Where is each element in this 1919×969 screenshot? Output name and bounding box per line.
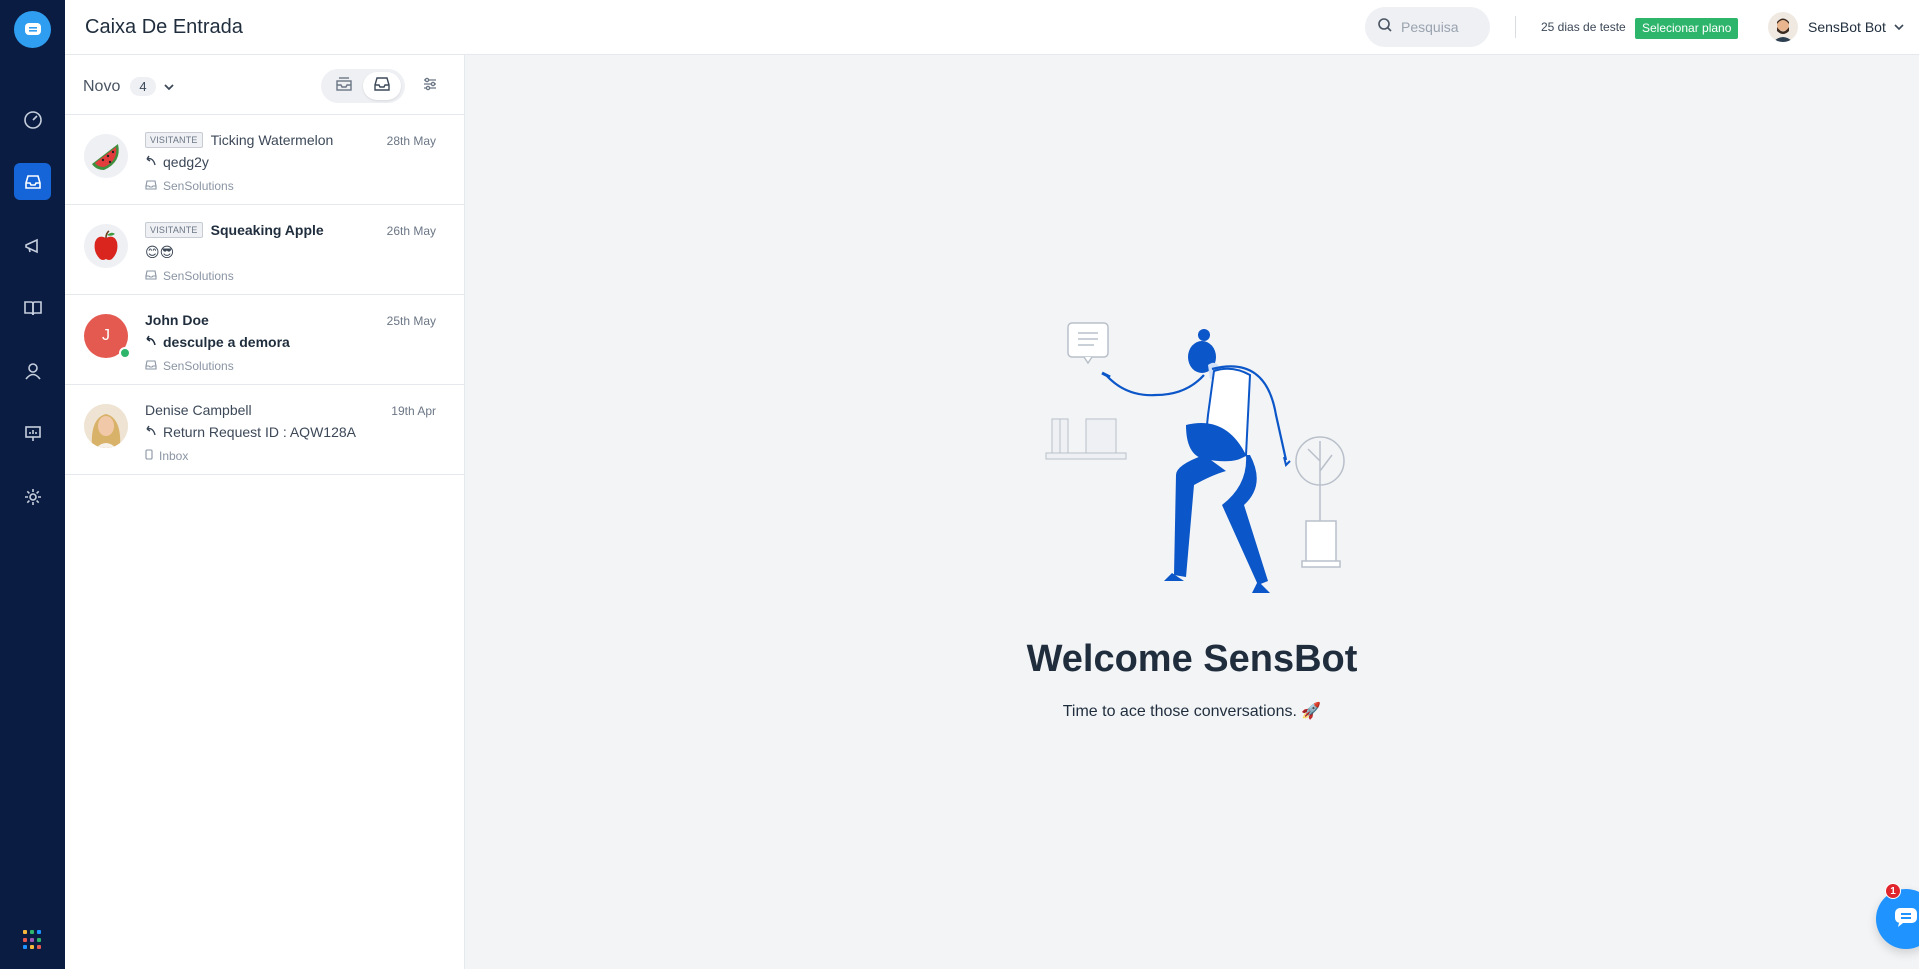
header-divider: [1515, 16, 1516, 38]
conversation-list-panel: Novo 4 VISITANTE Ticking Watermelon 28th…: [65, 55, 465, 969]
inbox-label: Inbox: [145, 449, 188, 463]
user-name: SensBot Bot: [1808, 19, 1886, 35]
sidebar-item-settings[interactable]: [14, 478, 51, 515]
search-icon: [1377, 17, 1393, 38]
reply-icon: [145, 424, 157, 440]
inbox-icon: [373, 76, 391, 97]
inbox-label: SenSolutions: [145, 359, 234, 373]
inbox-name: SenSolutions: [163, 269, 234, 283]
inbox-icon: [23, 172, 43, 192]
inbox-label: SenSolutions: [145, 179, 234, 193]
search-placeholder: Pesquisa: [1401, 19, 1459, 35]
list-item[interactable]: J John Doe 25th May desculpe a demora Se…: [65, 295, 464, 385]
view-toggle: [321, 69, 405, 103]
megaphone-icon: [23, 236, 43, 256]
sidebar-item-dashboard[interactable]: [14, 101, 51, 138]
reply-icon: [145, 154, 157, 170]
conversation-date: 28th May: [386, 134, 436, 148]
book-icon: [23, 298, 43, 318]
online-status-dot: [119, 347, 131, 359]
apps-grid-icon[interactable]: [23, 930, 43, 950]
presentation-icon: [23, 424, 43, 444]
app-logo-icon[interactable]: [14, 11, 51, 48]
welcome-illustration: [1036, 315, 1346, 600]
avatar: [84, 224, 128, 268]
last-message: Return Request ID : AQW128A: [145, 424, 356, 440]
inbox-small-icon: [145, 269, 157, 283]
dashboard-icon: [23, 110, 43, 130]
list-item[interactable]: VISITANTE Squeaking Apple 26th May 😊😎 Se…: [65, 205, 464, 295]
last-message: qedg2y: [145, 154, 209, 170]
profile-photo: [84, 404, 128, 448]
page-title: Caixa De Entrada: [85, 16, 243, 38]
select-plan-button[interactable]: Selecionar plano: [1635, 18, 1739, 39]
visitor-tag: VISITANTE: [145, 132, 203, 148]
message-preview: 😊😎: [145, 244, 175, 260]
last-message: 😊😎: [145, 244, 174, 261]
conversation-title: Denise Campbell: [145, 402, 252, 418]
contact-name: Squeaking Apple: [210, 222, 324, 238]
chat-bubble-icon: [1893, 906, 1919, 933]
watermelon-icon: [92, 144, 119, 170]
status-filter-dropdown[interactable]: Novo 4: [83, 77, 174, 96]
sidebar-item-contacts[interactable]: [14, 352, 51, 389]
contact-name: Ticking Watermelon: [210, 132, 334, 148]
inbox-label: SenSolutions: [145, 269, 234, 283]
avatar: [1768, 12, 1798, 42]
conversation-title: VISITANTE Ticking Watermelon: [145, 132, 333, 148]
message-preview: Return Request ID : AQW128A: [163, 424, 356, 440]
sidebar-item-knowledge-base[interactable]: [14, 289, 51, 326]
conversation-date: 25th May: [386, 314, 436, 328]
welcome-subtitle: Time to ace those conversations. 🚀: [1062, 703, 1322, 720]
avatar-initial: J: [102, 327, 110, 344]
sidebar-item-campaigns[interactable]: [14, 227, 51, 264]
avatar: [84, 134, 128, 178]
contact-name: Denise Campbell: [145, 402, 252, 418]
conversation-count-badge: 4: [130, 77, 156, 96]
conversation-title: VISITANTE Squeaking Apple: [145, 222, 324, 238]
top-header: Caixa De Entrada Pesquisa 25 dias de tes…: [65, 0, 1919, 55]
conversation-date: 19th Apr: [391, 404, 436, 418]
user-icon: [23, 361, 43, 381]
status-label: Novo: [83, 77, 121, 95]
notification-badge: 1: [1885, 883, 1901, 899]
message-preview: desculpe a demora: [163, 334, 290, 350]
gear-icon: [23, 487, 43, 507]
left-sidebar: [0, 0, 65, 969]
list-item[interactable]: VISITANTE Ticking Watermelon 28th May qe…: [65, 115, 464, 205]
inbox-small-icon: [145, 179, 157, 193]
conversation-list-header: Novo 4: [65, 55, 464, 115]
support-chat-button[interactable]: [1876, 889, 1919, 949]
last-message: desculpe a demora: [145, 334, 290, 350]
chevron-down-icon: [1894, 18, 1904, 36]
all-view-button[interactable]: [363, 72, 401, 100]
chevron-down-icon: [163, 78, 174, 96]
trial-days-text: 25 dias de teste: [1541, 20, 1626, 34]
inbox-name: Inbox: [159, 449, 189, 463]
sliders-icon: [422, 77, 438, 96]
reply-icon: [145, 334, 157, 350]
inbox-name: SenSolutions: [163, 359, 234, 373]
user-menu[interactable]: SensBot Bot: [1768, 12, 1904, 42]
message-preview: qedg2y: [163, 154, 209, 170]
sidebar-item-reports[interactable]: [14, 415, 51, 452]
list-item[interactable]: Denise Campbell 19th Apr Return Request …: [65, 385, 464, 475]
sidebar-item-inbox[interactable]: [14, 163, 51, 200]
filter-button[interactable]: [422, 76, 438, 97]
visitor-tag: VISITANTE: [145, 222, 203, 238]
inbox-stack-icon: [335, 76, 353, 97]
contact-name: John Doe: [145, 312, 209, 328]
mine-view-button[interactable]: [325, 72, 363, 100]
inbox-small-icon: [145, 359, 157, 373]
inbox-name: SenSolutions: [163, 179, 234, 193]
phone-icon: [145, 449, 153, 463]
conversation-title: John Doe: [145, 312, 209, 328]
avatar: [84, 404, 128, 448]
search-input[interactable]: Pesquisa: [1365, 7, 1490, 47]
apple-icon: [94, 230, 118, 260]
welcome-title: Welcome SensBot: [1026, 638, 1358, 680]
conversation-date: 26th May: [386, 224, 436, 238]
